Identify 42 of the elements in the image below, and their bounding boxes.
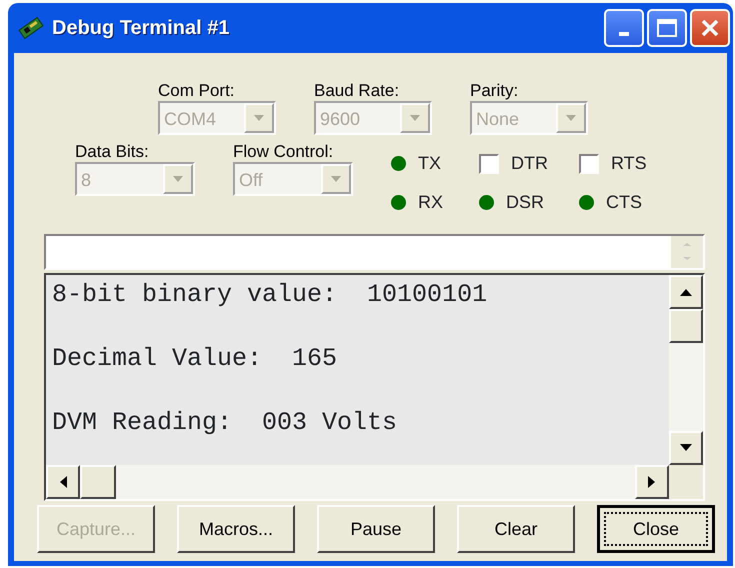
dropdown-arrow-icon (409, 114, 421, 122)
dialog-button[interactable]: Clear (457, 505, 575, 553)
scroll-down-icon[interactable] (679, 443, 693, 453)
terminal-line: 8-bit binary value: 10100101 (52, 279, 488, 311)
horizontal-scrollbar[interactable] (46, 465, 669, 499)
checkbox[interactable] (479, 154, 499, 174)
maximize-button[interactable] (647, 9, 687, 47)
maximize-icon (656, 18, 678, 38)
field-label: Data Bits: (75, 142, 149, 162)
dropdown-arrow-icon (330, 175, 342, 183)
minimize-icon (619, 32, 629, 36)
close-icon (700, 18, 720, 38)
dropdown-arrow-icon (253, 114, 265, 122)
dialog-button[interactable]: Close (597, 505, 715, 553)
scroll-thumb[interactable] (669, 309, 703, 343)
dialog-button[interactable]: Pause (317, 505, 435, 553)
input-field[interactable] (44, 234, 705, 270)
field-label: Parity: (470, 81, 518, 101)
dialog-button[interactable]: Macros... (177, 505, 295, 553)
dropdown-arrow-icon (565, 114, 577, 122)
spin-arrows-icon (683, 243, 691, 260)
signal-label: CTS (606, 191, 642, 214)
signal-label: DTR (511, 152, 548, 175)
scroll-left-icon[interactable] (58, 475, 68, 489)
signal-label: RX (418, 191, 444, 214)
signal-label: TX (418, 152, 442, 175)
field-label: Baud Rate: (314, 81, 400, 101)
signal-label: DSR (506, 191, 544, 214)
field-label: Com Port: (158, 81, 235, 101)
vertical-scrollbar[interactable] (669, 275, 703, 465)
dropdown-arrow-icon (172, 175, 184, 183)
scroll-up-icon[interactable] (679, 287, 693, 297)
terminal-line: DVM Reading: 003 Volts (52, 407, 398, 439)
field-label: Flow Control: (233, 142, 334, 162)
scroll-right-icon[interactable] (647, 475, 657, 489)
signal-label: RTS (611, 152, 647, 175)
minimize-button[interactable] (604, 9, 644, 47)
window-title: Debug Terminal #1 (52, 16, 230, 41)
close-button[interactable] (690, 9, 730, 47)
terminal-line: Decimal Value: 165 (52, 343, 338, 375)
checkbox[interactable] (579, 154, 599, 174)
scroll-thumb[interactable] (80, 465, 116, 499)
